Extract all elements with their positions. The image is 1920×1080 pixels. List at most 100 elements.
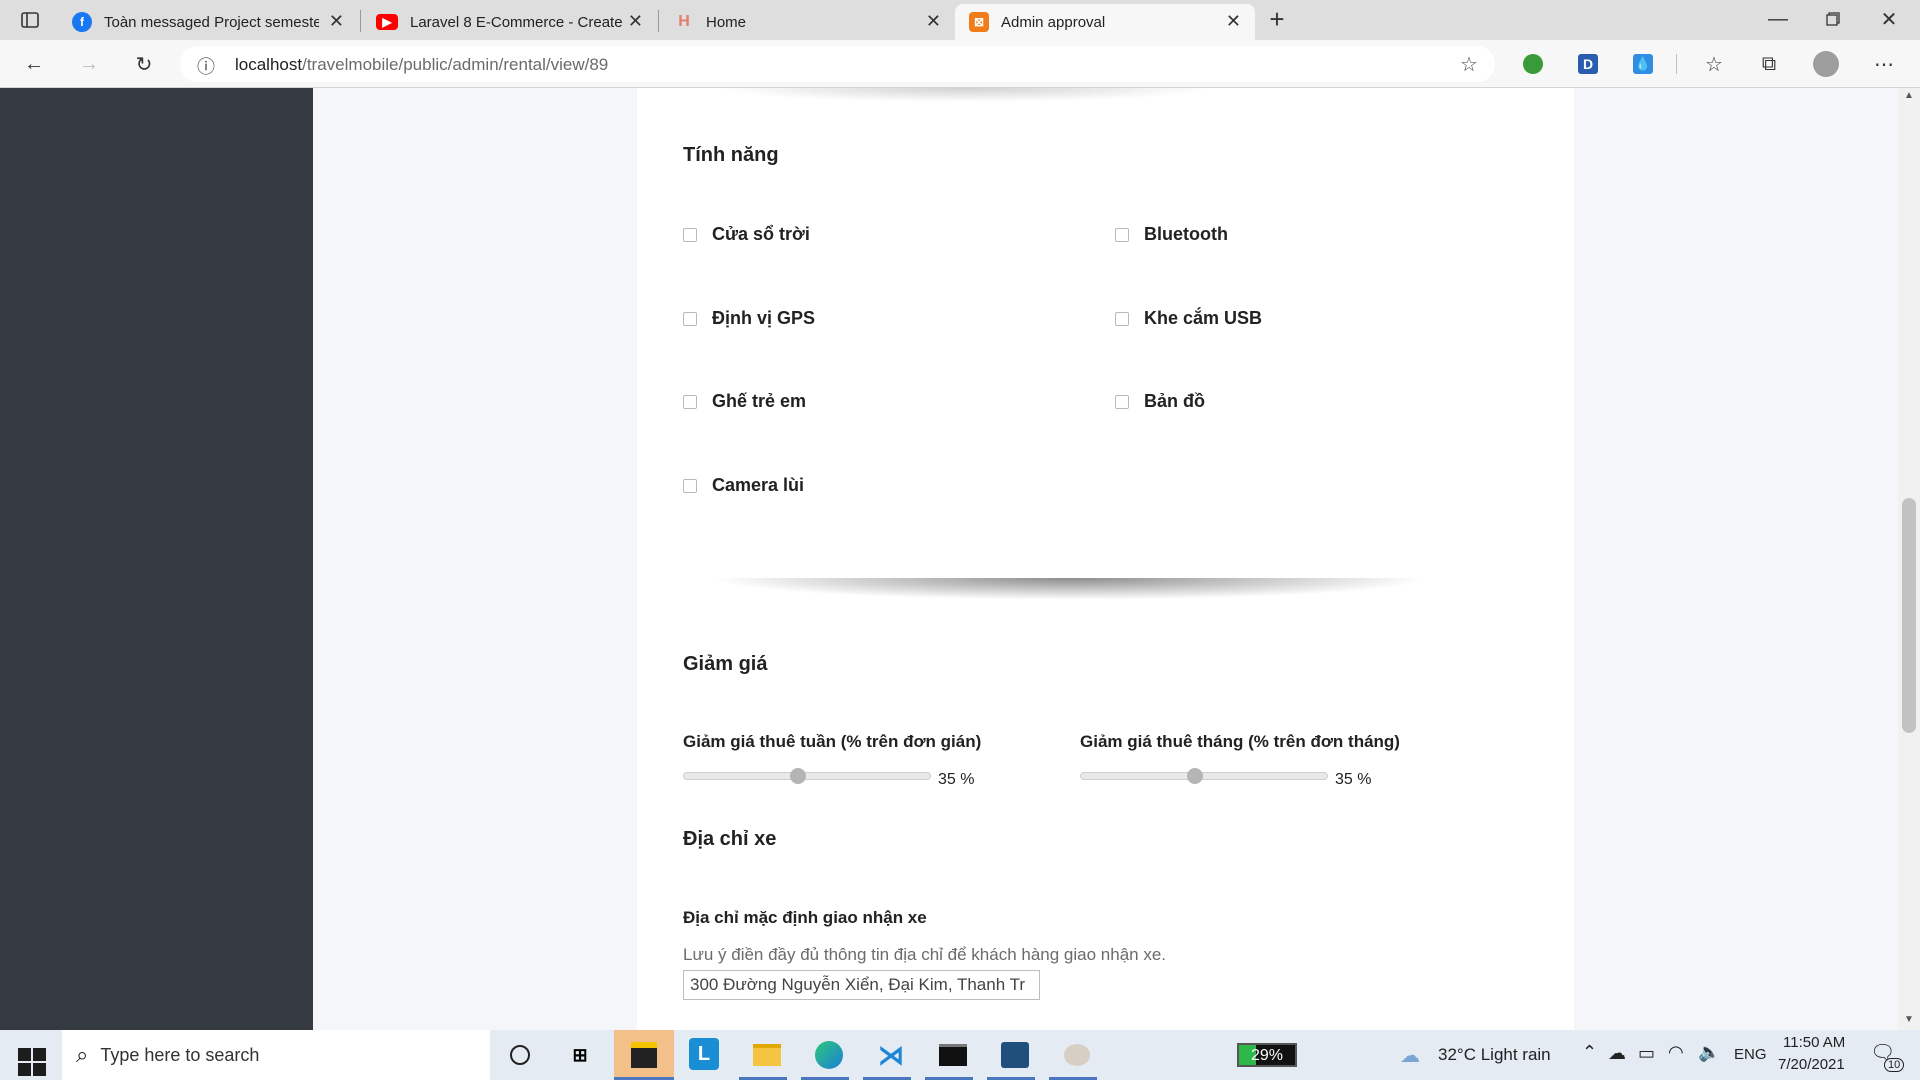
feature-label: Định vị GPS [712,308,816,328]
feature-label: Bản đồ [1144,391,1205,411]
battery-icon[interactable]: ▭ [1638,1043,1655,1064]
site-icon: H [678,13,690,30]
feature-label: Cửa sổ trời [712,224,810,244]
extension-drop-icon[interactable]: 💧 [1630,51,1656,77]
back-icon[interactable]: ← [21,51,47,77]
battery-percent: 29% [1251,1047,1284,1064]
weekly-discount-slider[interactable] [683,768,931,784]
monthly-discount-label: Giảm giá thuê tháng (% trên đơn tháng) [1080,732,1400,751]
vscode-icon[interactable]: ⋊ [874,1038,908,1072]
extension-d-icon[interactable]: D [1575,51,1601,77]
tab-separator [360,10,361,32]
feature-gps[interactable]: Định vị GPS [683,308,815,329]
feature-checkbox[interactable] [683,394,697,409]
edge-icon[interactable] [812,1038,846,1072]
wifi-icon[interactable]: ◠ [1668,1042,1684,1063]
favorites-icon[interactable]: ☆ [1701,51,1727,77]
weather-icon[interactable]: ☁ [1400,1043,1420,1068]
paint-icon[interactable] [1060,1038,1094,1072]
more-menu-icon[interactable]: ⋯ [1871,51,1897,77]
feature-bluetooth[interactable]: Bluetooth [1115,224,1228,245]
scroll-down-icon[interactable]: ▼ [1904,1014,1914,1025]
clock-time[interactable]: 11:50 AM [1783,1034,1845,1051]
tab-facebook[interactable]: f Toàn messaged Project semester ✕ [58,4,358,40]
add-favorite-icon[interactable]: ☆ [1460,52,1478,77]
address-bar[interactable]: ⓘ localhost/travelmobile/public/admin/re… [180,46,1495,82]
features-title: Tính năng [683,144,779,166]
reload-icon[interactable]: ↻ [131,51,157,77]
feature-label: Ghế trẻ em [712,391,807,411]
restore-icon[interactable] [1820,6,1846,32]
weekly-discount-label: Giảm giá thuê tuần (% trên đơn gián) [683,732,982,751]
tab-home[interactable]: H Home ✕ [660,4,955,40]
terminal-icon[interactable] [936,1038,970,1072]
scrollbar-thumb[interactable] [1902,498,1916,733]
site-info-icon[interactable]: ⓘ [197,53,215,79]
profile-avatar[interactable] [1813,51,1839,77]
scroll-up-icon[interactable]: ▲ [1904,90,1914,101]
close-tab-icon[interactable]: ✕ [628,11,643,32]
tab-admin-approval[interactable]: ⊠ Admin approval ✕ [955,4,1255,40]
new-tab-icon[interactable]: + [1264,4,1290,34]
feature-map[interactable]: Bản đồ [1115,391,1205,412]
clock-date[interactable]: 7/20/2021 [1778,1056,1845,1073]
laragon-icon[interactable]: L [689,1038,719,1070]
extension-globe-icon[interactable] [1520,51,1546,77]
feature-sunroof[interactable]: Cửa sổ trời [683,224,810,245]
section-divider [710,578,1430,600]
file-explorer-icon[interactable] [750,1038,784,1072]
feature-child-seat[interactable]: Ghế trẻ em [683,391,806,412]
search-placeholder: Type here to search [100,1044,260,1065]
slider-thumb[interactable] [790,768,806,784]
feature-label: Camera lùi [712,475,805,495]
tab-title: Home [706,13,747,31]
xampp-icon: ⊠ [969,12,989,32]
discount-title: Giảm giá [683,653,768,675]
default-address-label: Địa chỉ mặc định giao nhận xe [683,908,927,927]
minimize-icon[interactable]: — [1765,6,1791,32]
tab-title: Laravel 8 E-Commerce - Create P [410,13,625,31]
volume-icon[interactable]: 🔈 [1698,1042,1720,1063]
sticky-notes-icon[interactable] [627,1038,661,1072]
feature-checkbox[interactable] [683,311,697,326]
browser-tab-strip: f Toàn messaged Project semester ✕ ▶ Lar… [0,0,1920,40]
close-tab-icon[interactable]: ✕ [926,11,941,32]
mysql-workbench-icon[interactable] [998,1038,1032,1072]
feature-checkbox[interactable] [1115,394,1129,409]
collections-icon[interactable]: ⧉ [1756,51,1782,77]
section-divider-top [715,88,1215,102]
slider-thumb[interactable] [1187,768,1203,784]
browser-toolbar: ← → ↻ ⓘ localhost/travelmobile/public/ad… [0,40,1920,88]
monthly-discount-slider[interactable] [1080,768,1328,784]
feature-checkbox[interactable] [683,227,697,242]
onedrive-icon[interactable]: ☁ [1608,1043,1626,1064]
tab-actions-icon[interactable] [17,7,43,33]
address-hint: Lưu ý điền đầy đủ thông tin địa chỉ để k… [683,945,1167,964]
task-view-icon[interactable]: ⊞ [563,1038,597,1072]
close-tab-icon[interactable]: ✕ [1226,11,1241,32]
close-tab-icon[interactable]: ✕ [329,11,344,32]
tab-title: Admin approval [1001,13,1106,31]
forward-icon[interactable]: → [76,51,102,77]
show-hidden-icons-icon[interactable]: ⌃ [1582,1042,1597,1063]
facebook-icon: f [72,12,92,32]
battery-meter[interactable]: 29% [1237,1043,1297,1067]
feature-checkbox[interactable] [1115,227,1129,242]
language-indicator[interactable]: ENG [1734,1046,1767,1063]
address-input[interactable]: 300 Đường Nguyễn Xiển, Đại Kim, Thanh Tr [683,970,1040,1000]
feature-checkbox[interactable] [683,478,697,493]
feature-rear-camera[interactable]: Camera lùi [683,475,804,496]
close-window-icon[interactable]: ✕ [1876,6,1902,32]
feature-usb[interactable]: Khe cắm USB [1115,308,1262,329]
page-background-right [1574,88,1898,1030]
tab-youtube[interactable]: ▶ Laravel 8 E-Commerce - Create P ✕ [362,4,657,40]
start-windows-icon[interactable] [10,1040,46,1076]
search-icon: ⌕ [76,1042,89,1067]
weather-text[interactable]: 32°C Light rain [1438,1045,1551,1065]
taskbar-search[interactable]: ⌕ Type here to search [62,1030,490,1080]
weekly-discount-value: 35 % [938,771,975,788]
page-background-left [313,88,637,1030]
url-text[interactable]: localhost/travelmobile/public/admin/rent… [235,55,608,75]
feature-checkbox[interactable] [1115,311,1129,326]
cortana-icon[interactable] [503,1038,537,1072]
